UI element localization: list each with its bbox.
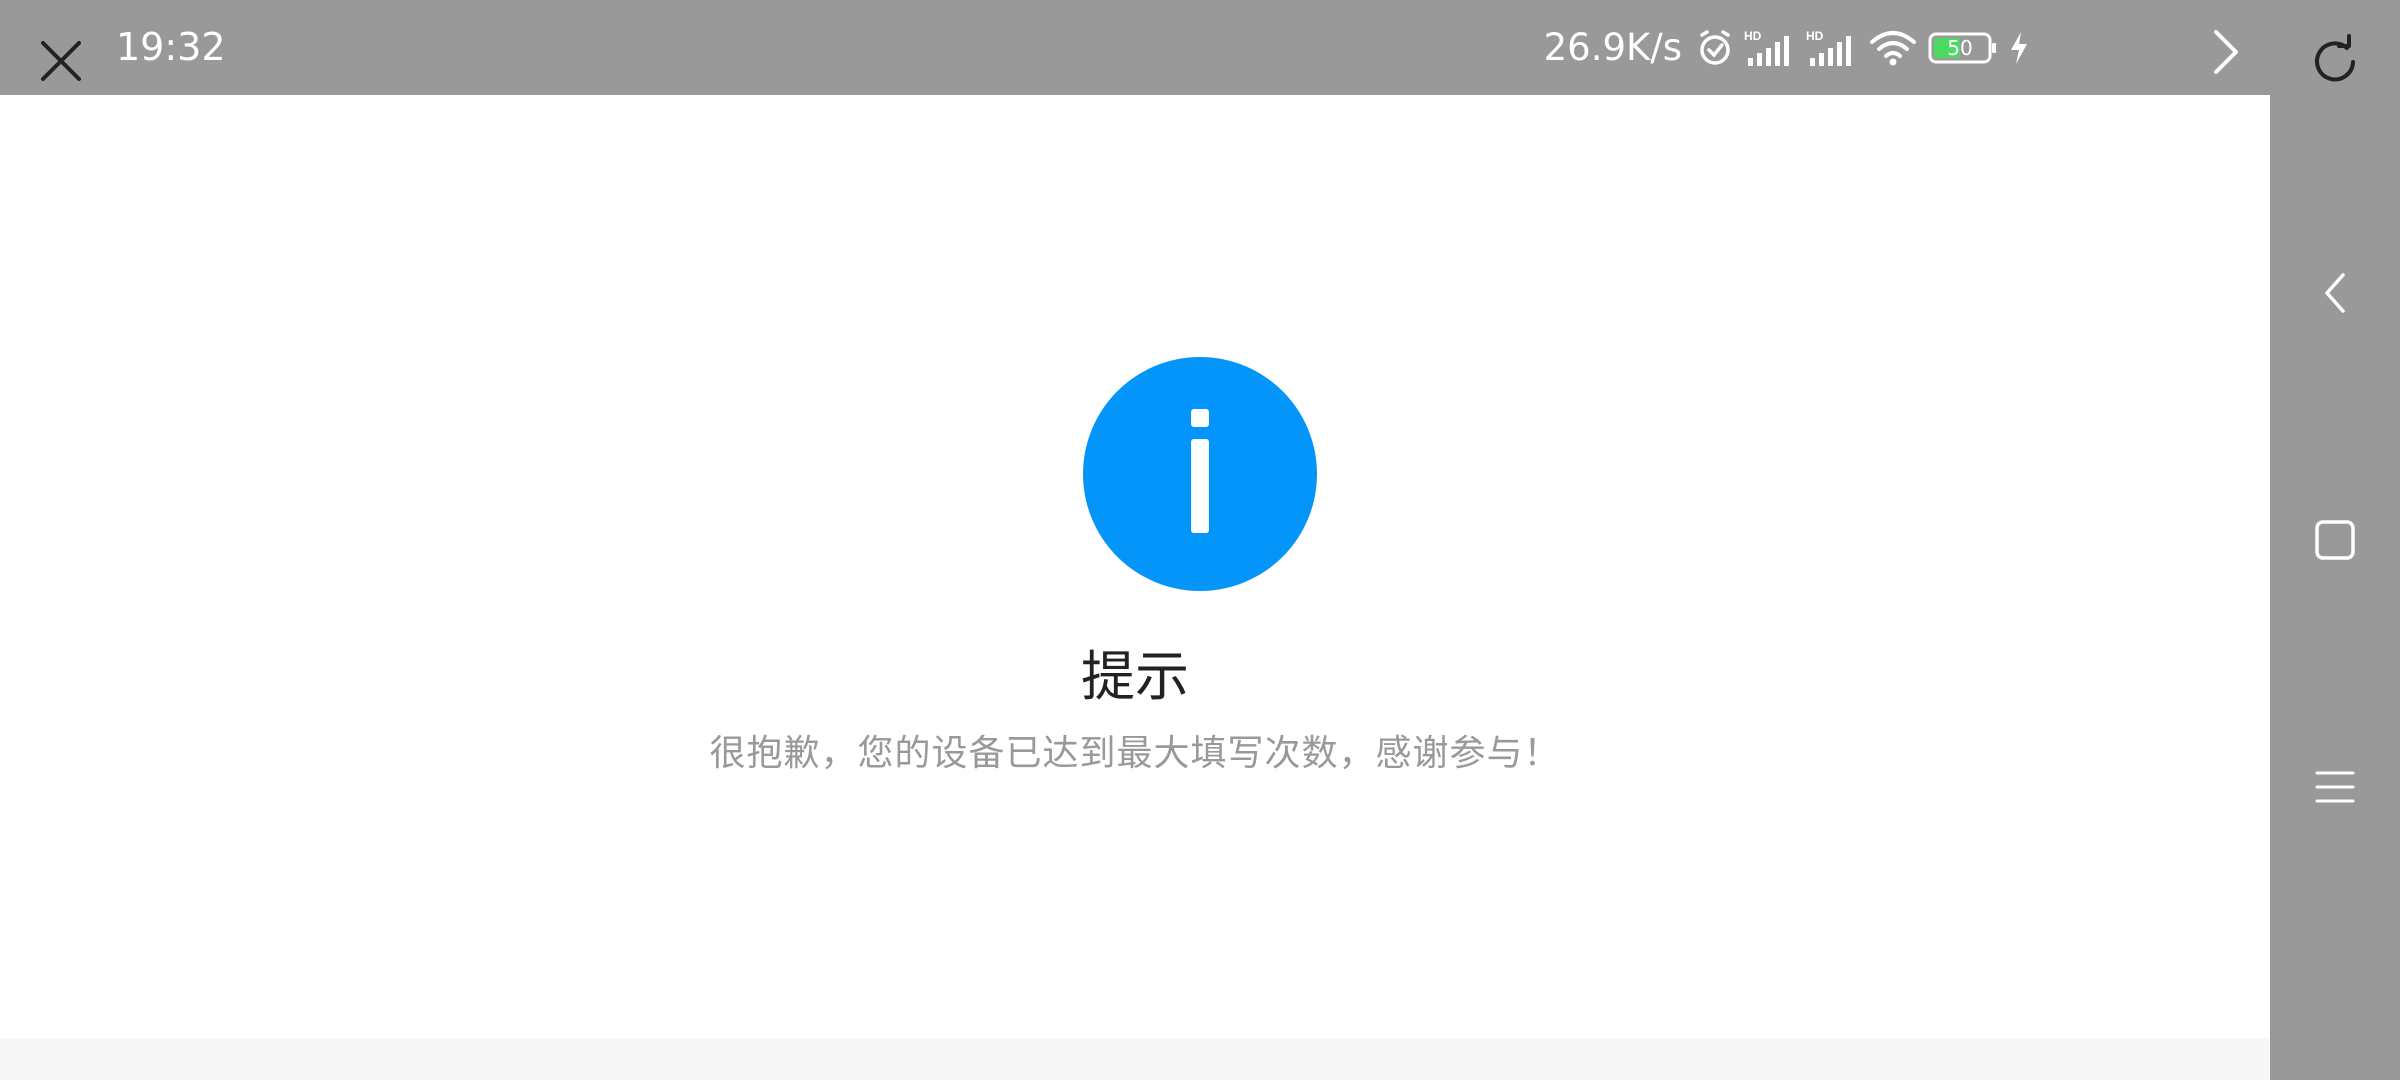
battery-icon: 50	[1928, 30, 1998, 66]
nav-home-button[interactable]	[2270, 500, 2400, 580]
tip-message: 很抱歉，您的设备已达到最大填写次数，感谢参与！	[709, 733, 1561, 774]
svg-text:HD: HD	[1744, 29, 1762, 43]
charging-icon	[2008, 30, 2030, 66]
info-icon-bar	[1191, 439, 1209, 533]
browser-nav	[2212, 28, 2240, 76]
back-icon	[2325, 273, 2345, 313]
screen: 19:32 26.9K/s HD HD 50 提示 很抱歉，您的设备已达到最大填…	[0, 0, 2400, 1080]
nav-back-button[interactable]	[2270, 253, 2400, 333]
hd-signal-icon: HD	[1744, 28, 1796, 68]
reload-icon	[2315, 34, 2355, 82]
wifi-icon	[1868, 28, 1918, 68]
bottom-strip	[0, 1038, 2270, 1080]
info-icon-dot	[1191, 409, 1209, 427]
status-time: 19:32	[116, 25, 226, 69]
nav-menu-button[interactable]	[2270, 747, 2400, 827]
navigation-bar	[2270, 0, 2400, 1080]
status-icons: 26.9K/s HD HD 50	[1544, 18, 2040, 78]
close-button[interactable]	[30, 30, 92, 92]
svg-text:HD: HD	[1806, 29, 1824, 43]
info-icon	[1083, 357, 1317, 591]
close-icon	[41, 41, 81, 81]
network-speed: 26.9K/s	[1543, 26, 1682, 69]
battery-level: 50	[1947, 36, 1973, 60]
reload-button[interactable]	[2270, 22, 2400, 102]
status-bar: 19:32 26.9K/s HD HD 50	[0, 0, 2270, 95]
home-icon	[2315, 520, 2355, 560]
alarm-icon	[1696, 29, 1734, 67]
hd-signal-icon: HD	[1806, 28, 1858, 68]
tip-title: 提示	[1081, 645, 1189, 708]
chevron-right-icon[interactable]	[2212, 28, 2240, 76]
menu-icon	[2315, 771, 2355, 803]
